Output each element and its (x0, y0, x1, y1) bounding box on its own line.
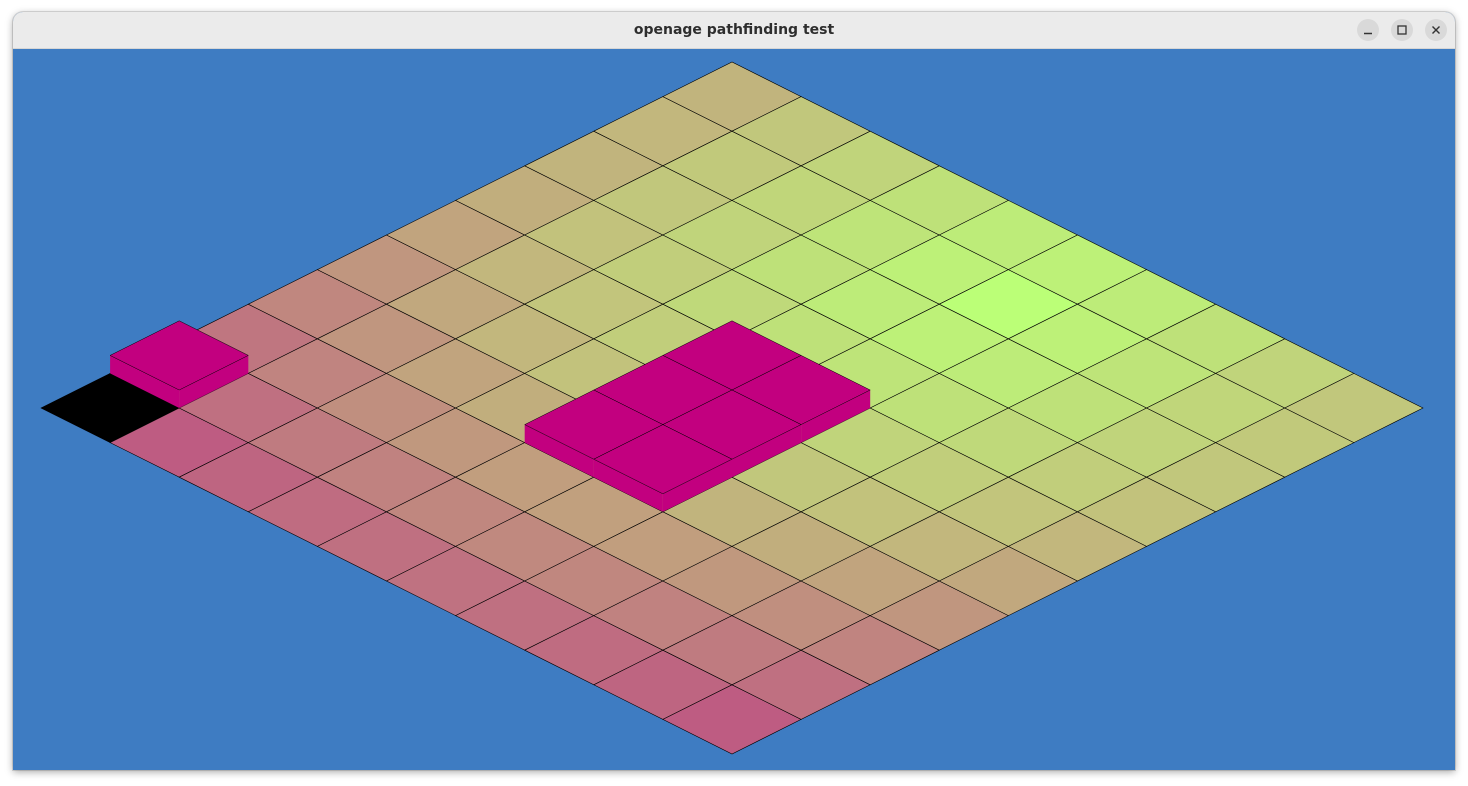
render-viewport[interactable] (13, 49, 1455, 770)
minimize-button[interactable] (1357, 19, 1379, 41)
title-bar[interactable]: openage pathfinding test (13, 12, 1455, 49)
window-title: openage pathfinding test (633, 22, 835, 38)
app-window: openage pathfinding test (13, 12, 1455, 770)
maximize-icon (1397, 25, 1407, 35)
maximize-button[interactable] (1391, 19, 1413, 41)
close-icon (1432, 26, 1440, 34)
pathfinding-grid[interactable] (13, 49, 1455, 770)
close-button[interactable] (1425, 19, 1447, 41)
minimize-icon (1364, 32, 1372, 35)
